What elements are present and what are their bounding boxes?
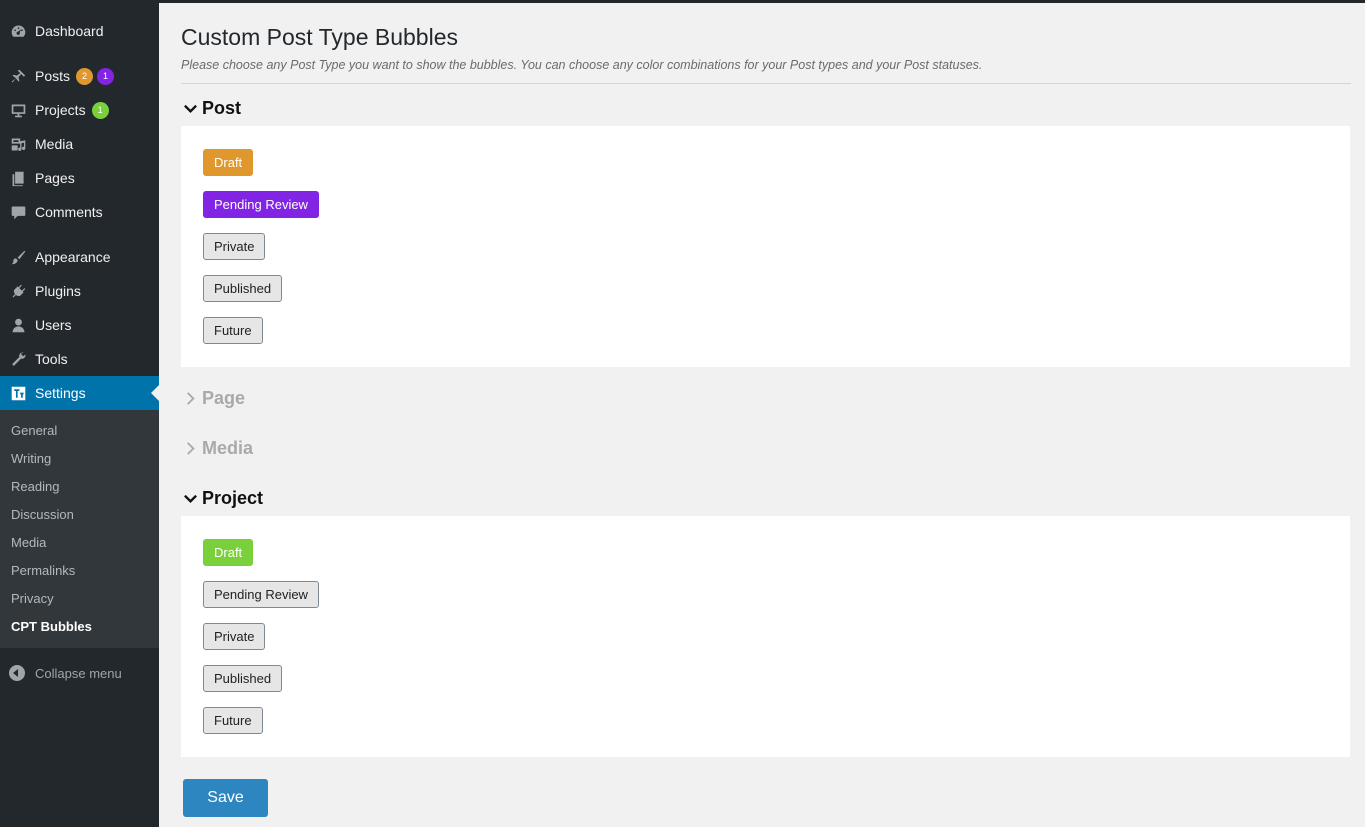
menu-item-label: Posts (35, 68, 71, 84)
submenu-item-general[interactable]: General (0, 417, 159, 445)
chevron-right-icon (181, 440, 199, 458)
menu-item-label: Settings (35, 385, 86, 401)
submenu-item-writing[interactable]: Writing (0, 445, 159, 473)
section-title: Post (202, 98, 242, 118)
project-published-bubble[interactable]: Published (203, 665, 283, 692)
chevron-down-icon (181, 490, 199, 508)
page-title: Custom Post Type Bubbles (181, 24, 458, 50)
menu-item-label: Dashboard (35, 23, 104, 39)
pin-icon (9, 67, 27, 85)
menu-item-appearance[interactable]: Appearance (0, 240, 159, 274)
submenu-item-reading[interactable]: Reading (0, 473, 159, 501)
page-description: Please choose any Post Type you want to … (181, 58, 983, 72)
menu-item-label: Tools (35, 351, 68, 367)
menu-item-plugins[interactable]: Plugins (0, 274, 159, 308)
section-toggle-media[interactable]: Media (181, 438, 253, 459)
menu-item-label: Pages (35, 170, 75, 186)
menu-item-projects[interactable]: Projects 1 (0, 93, 159, 127)
project-status-panel: Draft Pending Review Private Published F… (181, 516, 1350, 757)
paintbrush-icon (9, 248, 27, 266)
section-title: Page (202, 388, 246, 408)
menu-item-settings[interactable]: Settings (0, 376, 159, 410)
project-future-bubble[interactable]: Future (203, 707, 263, 734)
settings-icon (9, 384, 27, 402)
settings-submenu: General Writing Reading Discussion Media… (0, 410, 159, 648)
menu-item-dashboard[interactable]: Dashboard (0, 14, 159, 48)
menu-item-posts[interactable]: Posts 2 1 (0, 59, 159, 93)
admin-sidebar: Dashboard Posts 2 1 Projects 1 Media Pag… (0, 0, 159, 827)
draft-count-badge: 1 (91, 101, 109, 119)
submenu-item-cpt-bubbles[interactable]: CPT Bubbles (0, 613, 159, 641)
post-status-panel: Draft Pending Review Private Published F… (181, 126, 1350, 367)
post-draft-bubble[interactable]: Draft (203, 149, 254, 176)
submenu-item-discussion[interactable]: Discussion (0, 501, 159, 529)
submenu-item-permalinks[interactable]: Permalinks (0, 557, 159, 585)
menu-item-label: Plugins (35, 283, 81, 299)
project-private-bubble[interactable]: Private (203, 623, 266, 650)
post-published-bubble[interactable]: Published (203, 275, 283, 302)
pages-icon (9, 169, 27, 187)
section-title: Project (202, 488, 264, 508)
chevron-right-icon (181, 390, 199, 408)
media-icon (9, 135, 27, 153)
menu-item-label: Projects (35, 102, 86, 118)
chevron-down-icon (181, 100, 199, 118)
wrench-icon (9, 350, 27, 368)
admin-menu: Dashboard Posts 2 1 Projects 1 Media Pag… (0, 0, 159, 410)
menu-item-pages[interactable]: Pages (0, 161, 159, 195)
menu-item-tools[interactable]: Tools (0, 342, 159, 376)
monitor-icon (9, 101, 27, 119)
section-toggle-project[interactable]: Project (181, 488, 263, 509)
collapse-menu-label: Collapse menu (35, 665, 122, 681)
post-private-bubble[interactable]: Private (203, 233, 266, 260)
section-toggle-post[interactable]: Post (181, 98, 241, 119)
draft-count-badge: 2 (76, 67, 94, 85)
section-title: Media (202, 438, 254, 458)
menu-item-media[interactable]: Media (0, 127, 159, 161)
post-future-bubble[interactable]: Future (203, 317, 263, 344)
menu-item-users[interactable]: Users (0, 308, 159, 342)
submenu-item-media[interactable]: Media (0, 529, 159, 557)
comment-icon (9, 203, 27, 221)
project-pending-review-bubble[interactable]: Pending Review (203, 581, 319, 608)
menu-item-label: Appearance (35, 249, 111, 265)
section-toggle-page[interactable]: Page (181, 388, 245, 409)
post-pending-review-bubble[interactable]: Pending Review (203, 191, 319, 218)
collapse-menu-button[interactable]: Collapse menu (0, 656, 159, 690)
menu-item-comments[interactable]: Comments (0, 195, 159, 229)
menu-item-label: Media (35, 136, 74, 152)
menu-item-label: Users (35, 317, 72, 333)
dashboard-icon (9, 22, 27, 40)
menu-item-label: Comments (35, 204, 103, 220)
divider (181, 83, 1351, 84)
submenu-item-privacy[interactable]: Privacy (0, 585, 159, 613)
top-bar (0, 0, 1365, 3)
plug-icon (9, 282, 27, 300)
save-button[interactable]: Save (183, 779, 268, 817)
collapse-arrow-icon (9, 665, 25, 681)
user-icon (9, 316, 27, 334)
pending-count-badge: 1 (97, 67, 115, 85)
project-draft-bubble[interactable]: Draft (203, 539, 254, 566)
